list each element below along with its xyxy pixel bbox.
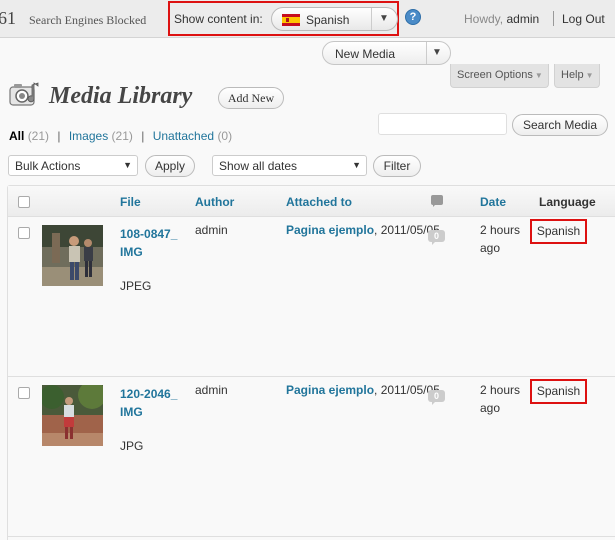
apply-button[interactable]: Apply (145, 155, 195, 177)
filter-images[interactable]: Images (69, 129, 108, 143)
column-file[interactable]: File (120, 195, 141, 209)
language-switcher: Show content in: Spanish ▼ (168, 1, 399, 36)
date-line: 2 hours (480, 383, 521, 397)
media-thumbnail[interactable] (42, 385, 103, 446)
user-link[interactable]: admin (506, 12, 539, 26)
site-status: Search Engines Blocked (29, 13, 147, 27)
filter-unattached-count: (0) (217, 129, 233, 143)
chevron-down-icon: ▼ (534, 71, 543, 80)
attached-post-link[interactable]: Pagina ejemplo (286, 383, 374, 397)
file-type: JPG (120, 439, 144, 453)
admin-header: 61 Search Engines Blocked Show content i… (0, 0, 615, 38)
screen-options-tab[interactable]: Screen Options ▼ (450, 64, 549, 88)
language-select[interactable]: Spanish ▼ (271, 7, 398, 31)
screen-options-label: Screen Options (457, 69, 533, 81)
media-filters: All (21) | Images (21) | Unattached (0) (9, 129, 232, 143)
column-date[interactable]: Date (480, 195, 506, 209)
filter-separator: | (141, 129, 145, 143)
favorite-actions[interactable]: New Media ▼ (322, 41, 451, 65)
attached-to-cell: Pagina ejemplo, 2011/05/05 (286, 221, 440, 239)
site-number: 61 (0, 8, 16, 28)
logout-link[interactable]: Log Out (562, 12, 605, 26)
author-cell: admin (195, 223, 228, 237)
chevron-down-icon: ▼ (585, 71, 594, 80)
media-library-icon (9, 82, 39, 106)
select-all-checkbox[interactable] (18, 196, 30, 208)
date-line: 2 hours (480, 223, 521, 237)
row-checkbox[interactable] (18, 387, 30, 399)
help-tab[interactable]: Help ▼ (554, 64, 600, 88)
language-select-divider (371, 8, 372, 30)
comment-icon[interactable] (431, 195, 443, 207)
language-cell: Spanish (530, 379, 587, 404)
comment-count-badge[interactable]: 0 (428, 390, 445, 405)
help-tab-label: Help (561, 69, 584, 81)
divider (553, 11, 554, 26)
date-filter-value: Show all dates (219, 159, 298, 173)
chevron-down-icon: ▼ (123, 160, 132, 170)
table-header: File Author Attached to Date Language (8, 186, 615, 217)
filter-unattached[interactable]: Unattached (153, 129, 214, 143)
date-cell: 2 hours ago (480, 381, 520, 417)
file-type: JPEG (120, 279, 152, 293)
page-title: Media Library (49, 83, 193, 109)
date-filter-select[interactable]: Show all dates ▼ (212, 155, 367, 176)
attached-post-link[interactable]: Pagina ejemplo (286, 223, 374, 237)
file-link[interactable]: 120-2046_IMG (120, 385, 180, 421)
filter-button[interactable]: Filter (373, 155, 421, 177)
filter-images-count: (21) (111, 129, 133, 143)
author-cell: admin (195, 383, 228, 397)
date-line: ago (480, 241, 501, 255)
chevron-down-icon: ▼ (352, 160, 361, 170)
comment-count-badge[interactable]: 0 (428, 230, 445, 245)
media-table: File Author Attached to Date Language 10… (7, 185, 615, 540)
spain-flag-icon (282, 14, 300, 26)
filter-separator: | (57, 129, 61, 143)
table-row: 108-0847_IMG JPEG admin Pagina ejemplo, … (8, 217, 615, 377)
column-attached-to[interactable]: Attached to (286, 195, 352, 209)
row-checkbox[interactable] (18, 227, 30, 239)
date-line: ago (480, 401, 501, 415)
chevron-down-icon[interactable]: ▼ (432, 47, 442, 58)
filter-all[interactable]: All (9, 129, 24, 143)
column-language: Language (539, 195, 596, 209)
date-cell: 2 hours ago (480, 221, 520, 257)
column-author[interactable]: Author (195, 195, 234, 209)
language-cell: Spanish (530, 219, 587, 244)
greeting: Howdy, admin (464, 12, 539, 26)
file-link[interactable]: 108-0847_IMG (120, 225, 180, 261)
filter-all-count: (21) (27, 129, 50, 143)
bulk-actions-value: Bulk Actions (15, 159, 81, 173)
greeting-text: Howdy, (464, 12, 507, 26)
help-icon[interactable]: ? (405, 9, 421, 25)
language-switcher-label: Show content in: (174, 12, 263, 26)
favorite-actions-divider (426, 42, 427, 64)
table-row: 120-2046_IMG JPG admin Pagina ejemplo, 2… (8, 377, 615, 537)
search-media-button[interactable]: Search Media (512, 114, 608, 136)
favorite-action-label: New Media (335, 47, 396, 61)
bulk-actions-select[interactable]: Bulk Actions ▼ (8, 155, 138, 176)
add-new-button[interactable]: Add New (218, 87, 284, 109)
language-select-value: Spanish (306, 13, 350, 27)
search-input[interactable] (378, 113, 507, 135)
media-thumbnail[interactable] (42, 225, 103, 286)
attached-to-cell: Pagina ejemplo, 2011/05/05 (286, 381, 440, 399)
chevron-down-icon: ▼ (379, 13, 389, 24)
